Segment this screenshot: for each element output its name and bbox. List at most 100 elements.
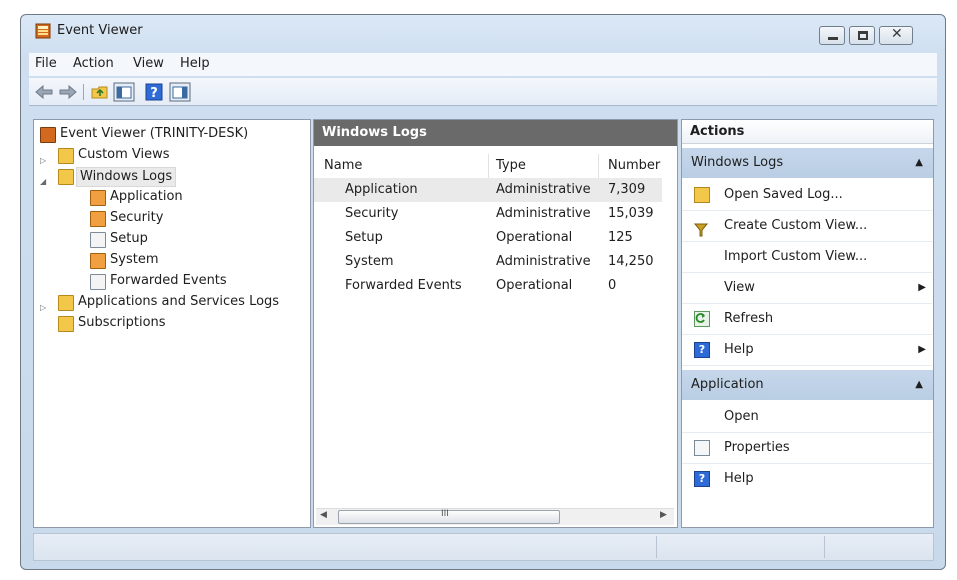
action-label: Help	[724, 342, 754, 357]
help-icon[interactable]: ?	[143, 82, 165, 102]
action-label: Import Custom View...	[724, 249, 868, 264]
cell-number: 15,039	[608, 206, 654, 221]
menu-bar: File Action View Help	[29, 53, 937, 76]
custom-views-folder-icon	[58, 148, 74, 164]
show-hide-console-tree-icon[interactable]	[113, 82, 135, 102]
minimize-icon	[828, 37, 838, 40]
action-group-label: Application	[691, 377, 764, 392]
tree-item-label: Windows Logs	[76, 167, 177, 187]
action-open-saved-log[interactable]: Open Saved Log...	[682, 179, 932, 211]
action-group-windows-logs[interactable]: Windows Logs ▲	[682, 148, 933, 178]
scroll-right-icon[interactable]: ▶	[660, 510, 667, 520]
windows-logs-folder-icon	[58, 169, 74, 185]
column-header-type[interactable]: Type	[496, 154, 526, 178]
actions-header: Actions	[682, 120, 933, 144]
toolbar: ?	[29, 78, 937, 106]
tree-item-windows-logs[interactable]: ◢ Windows Logs	[40, 166, 210, 187]
log-error-icon	[90, 253, 106, 269]
column-separator[interactable]	[488, 154, 489, 178]
show-hide-action-pane-icon[interactable]	[169, 82, 191, 102]
cell-number: 7,309	[608, 182, 646, 197]
open-folder-icon	[694, 187, 710, 203]
action-label: View	[724, 280, 755, 295]
table-row[interactable]: Application Administrative 7,309	[314, 178, 662, 202]
properties-icon	[694, 440, 710, 456]
scroll-grip: III	[441, 509, 449, 519]
window-title: Event Viewer	[57, 23, 143, 38]
help-icon: ?	[694, 471, 710, 487]
action-help[interactable]: ? Help ▶	[682, 334, 932, 366]
action-import-custom-view[interactable]: Import Custom View...	[682, 241, 932, 273]
action-help-application[interactable]: ? Help	[682, 463, 932, 494]
table-row[interactable]: System Administrative 14,250	[314, 250, 662, 274]
table-row[interactable]: Setup Operational 125	[314, 226, 662, 250]
action-open[interactable]: Open	[682, 401, 932, 433]
action-refresh[interactable]: Refresh	[682, 303, 932, 335]
cell-name: Security	[345, 206, 399, 221]
log-icon	[90, 232, 106, 248]
minimize-button[interactable]	[819, 26, 845, 45]
log-error-icon	[90, 190, 106, 206]
tree-item-label: Setup	[110, 231, 148, 246]
tree-item-label: Applications and Services Logs	[78, 294, 280, 309]
folder-icon	[58, 295, 74, 311]
maximize-icon	[858, 31, 868, 40]
tree-item-label: Custom Views	[78, 147, 170, 162]
close-icon: ✕	[891, 26, 903, 42]
table-row[interactable]: Forwarded Events Operational 0	[314, 274, 662, 298]
list-pane-header: Windows Logs	[314, 120, 677, 146]
event-viewer-icon	[40, 127, 56, 143]
cell-name: Application	[345, 182, 418, 197]
action-label: Open	[724, 409, 759, 424]
action-label: Properties	[724, 440, 790, 455]
actions-pane: Actions Windows Logs ▲ Open Saved Log...…	[681, 119, 934, 528]
cell-type: Administrative	[496, 254, 591, 269]
forward-arrow-icon[interactable]	[57, 82, 79, 102]
tree-item-label: Security	[110, 210, 164, 225]
log-list-pane: Windows Logs Name Type Number Applicatio…	[313, 119, 678, 528]
collapse-arrow-icon[interactable]: ◢	[40, 172, 46, 192]
menu-action[interactable]: Action	[73, 56, 114, 71]
filter-icon	[693, 218, 709, 237]
collapse-up-icon[interactable]: ▲	[915, 148, 923, 178]
action-create-custom-view[interactable]: Create Custom View...	[682, 210, 932, 242]
cell-type: Operational	[496, 278, 573, 293]
log-icon	[90, 274, 106, 290]
table-row[interactable]: Security Administrative 15,039	[314, 202, 662, 226]
subscriptions-icon	[58, 316, 74, 332]
svg-text:?: ?	[150, 86, 158, 101]
column-header-name[interactable]: Name	[324, 154, 362, 178]
tree-item-label: Application	[110, 189, 183, 204]
action-label: Help	[724, 471, 754, 486]
action-properties[interactable]: Properties	[682, 432, 932, 464]
action-view[interactable]: View ▶	[682, 272, 932, 304]
column-separator[interactable]	[598, 154, 599, 178]
console-tree-pane: Event Viewer (TRINITY-DESK) ▷ Custom Vie…	[33, 119, 311, 528]
title-bar[interactable]: Event Viewer ✕	[21, 15, 945, 47]
event-viewer-window: Event Viewer ✕ File Action View Help ? E…	[20, 14, 946, 570]
status-bar	[33, 533, 934, 561]
menu-file[interactable]: File	[35, 56, 57, 71]
tree-item-label: Subscriptions	[78, 315, 166, 330]
back-arrow-icon[interactable]	[33, 82, 55, 102]
cell-type: Administrative	[496, 206, 591, 221]
horizontal-scrollbar[interactable]: ◀ III ▶	[316, 508, 674, 525]
expand-arrow-icon[interactable]: ▷	[40, 298, 46, 318]
collapse-up-icon[interactable]: ▲	[915, 370, 923, 400]
status-divider	[656, 536, 657, 558]
scroll-thumb[interactable]: III	[338, 509, 560, 524]
folder-up-icon[interactable]	[89, 82, 111, 102]
menu-view[interactable]: View	[133, 56, 164, 71]
close-button[interactable]: ✕	[879, 26, 913, 45]
action-group-application[interactable]: Application ▲	[682, 370, 933, 400]
submenu-arrow-icon: ▶	[918, 344, 926, 355]
submenu-arrow-icon: ▶	[918, 282, 926, 293]
column-header-number[interactable]: Number	[608, 154, 660, 178]
scroll-left-icon[interactable]: ◀	[320, 510, 327, 520]
action-group-label: Windows Logs	[691, 155, 784, 170]
cell-type: Operational	[496, 230, 573, 245]
menu-help[interactable]: Help	[180, 56, 210, 71]
maximize-button[interactable]	[849, 26, 875, 45]
cell-number: 125	[608, 230, 633, 245]
cell-type: Administrative	[496, 182, 591, 197]
